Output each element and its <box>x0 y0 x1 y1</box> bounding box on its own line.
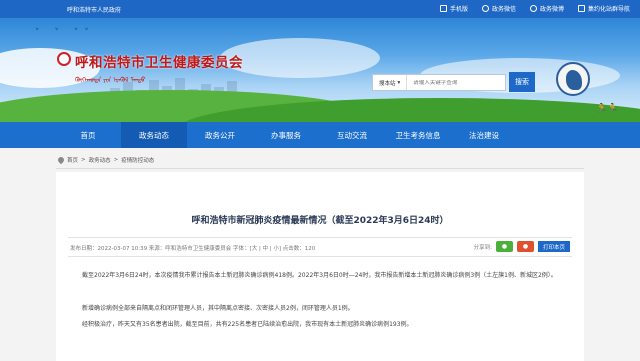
weibo-icon <box>529 5 537 12</box>
logo-icon <box>57 52 71 66</box>
search-button[interactable]: 搜索 <box>509 72 535 92</box>
wechat-label: 政务微信 <box>491 6 516 13</box>
top-links: 手机版 政务微信 政务微博 集约化站群导航 <box>439 4 630 13</box>
article-paragraph: 经积极治疗，昨天又有35名患者出院，截至目前，共有225名患者已陆续治愈出院，我… <box>82 321 413 328</box>
breadcrumb: 首页 > 政务动态 > 疫情防控动态 <box>56 155 154 165</box>
article-meta: 发布日期：2022-03-07 10:39 来源：呼和浩特市卫生健康委员会 字体… <box>70 246 316 252</box>
search-input[interactable] <box>407 79 498 86</box>
wechat-icon: ● <box>501 243 508 250</box>
article-title: 呼和浩特市新冠肺炎疫情最新情况（截至2022年3月6日24时） <box>191 216 449 226</box>
nav-interaction[interactable]: 互动交流 <box>319 122 385 148</box>
site-group-label: 集约化站群导航 <box>587 6 630 13</box>
nav-services[interactable]: 办事服务 <box>253 122 319 148</box>
share-weibo-button[interactable]: ● <box>516 241 534 252</box>
top-bar: 呼和浩特市人民政府 手机版 政务微信 政务微博 集约化站群导航 <box>0 0 640 18</box>
share-wechat-button[interactable]: ● <box>495 241 513 252</box>
mobile-label: 手机版 <box>449 6 468 13</box>
weibo-label: 政务微博 <box>539 6 564 13</box>
divider <box>56 168 584 169</box>
location-icon <box>56 155 66 165</box>
mobile-link[interactable]: 手机版 <box>439 4 468 13</box>
share-bar: 分享到: ● ● 打印本页 <box>474 241 570 252</box>
nav-exams[interactable]: 卫生考务信息 <box>385 122 451 148</box>
search-scope-select[interactable]: 搜本站 ▾ <box>373 75 408 90</box>
breadcrumb-current[interactable]: 疫情防控动态 <box>121 156 154 164</box>
breadcrumb-news[interactable]: 政务动态 <box>89 156 111 164</box>
search-box: 搜本站 ▾ <box>372 74 506 91</box>
nav-home[interactable]: 首页 <box>55 122 121 148</box>
app-icon <box>577 5 585 12</box>
wechat-icon <box>481 5 489 12</box>
print-button[interactable]: 打印本页 <box>537 241 570 252</box>
mobile-icon <box>439 5 447 12</box>
emblem-icon <box>556 62 590 96</box>
birds-decoration: ˅ ˅ ˅˅ <box>35 28 95 38</box>
divider <box>68 237 572 238</box>
nav-news[interactable]: 政务动态 <box>121 122 187 148</box>
mongolian-title: ᠬᠥᠬᠡᠬᠣᠲᠠ ᠶᠢᠨ ᠡᠷᠡᠭᠦᠯ ᠮᠡᠨᠳᠦ <box>75 76 146 84</box>
breadcrumb-separator: > <box>81 157 86 163</box>
share-label: 分享到: <box>473 244 492 251</box>
main-nav: 首页 政务动态 政务公开 办事服务 互动交流 卫生考务信息 法治建设 <box>0 122 640 148</box>
site-name[interactable]: 呼和浩特市人民政府 <box>67 5 121 14</box>
nav-disclosure[interactable]: 政务公开 <box>187 122 253 148</box>
breadcrumb-separator: > <box>113 157 119 163</box>
article-paragraph: 截至2022年3月6日24时，本次疫情我市累计报告本土新冠肺炎确诊病例418例。… <box>82 272 557 279</box>
org-title[interactable]: 呼和浩特市卫生健康委员会 <box>75 51 243 71</box>
site-group-link[interactable]: 集约化站群导航 <box>577 4 630 13</box>
header-banner: ˅ ˅ ˅˅ 呼和浩特市卫生健康委员会 ᠬᠥᠬᠡᠬᠣᠲᠠ ᠶᠢᠨ ᠡᠷᠡᠭᠦᠯ … <box>0 18 640 122</box>
weibo-link[interactable]: 政务微博 <box>529 4 564 13</box>
runners-decoration: 🏃🏃 <box>596 104 619 114</box>
nav-legal[interactable]: 法治建设 <box>451 122 517 148</box>
chevron-down-icon: ▾ <box>397 79 401 86</box>
article-paragraph: 新增确诊病例全部来自隔离点和闭环管理人员，其中隔离点密接、次密接人员2例，闭环管… <box>82 305 354 312</box>
divider <box>68 256 572 257</box>
wechat-link[interactable]: 政务微信 <box>481 4 516 13</box>
weibo-icon: ● <box>522 243 529 250</box>
breadcrumb-home[interactable]: 首页 <box>67 156 78 164</box>
search-scope-label: 搜本站 <box>379 80 396 87</box>
cloud-decoration <box>220 38 380 78</box>
article-panel: 呼和浩特市新冠肺炎疫情最新情况（截至2022年3月6日24时） 发布日期：202… <box>56 172 584 361</box>
